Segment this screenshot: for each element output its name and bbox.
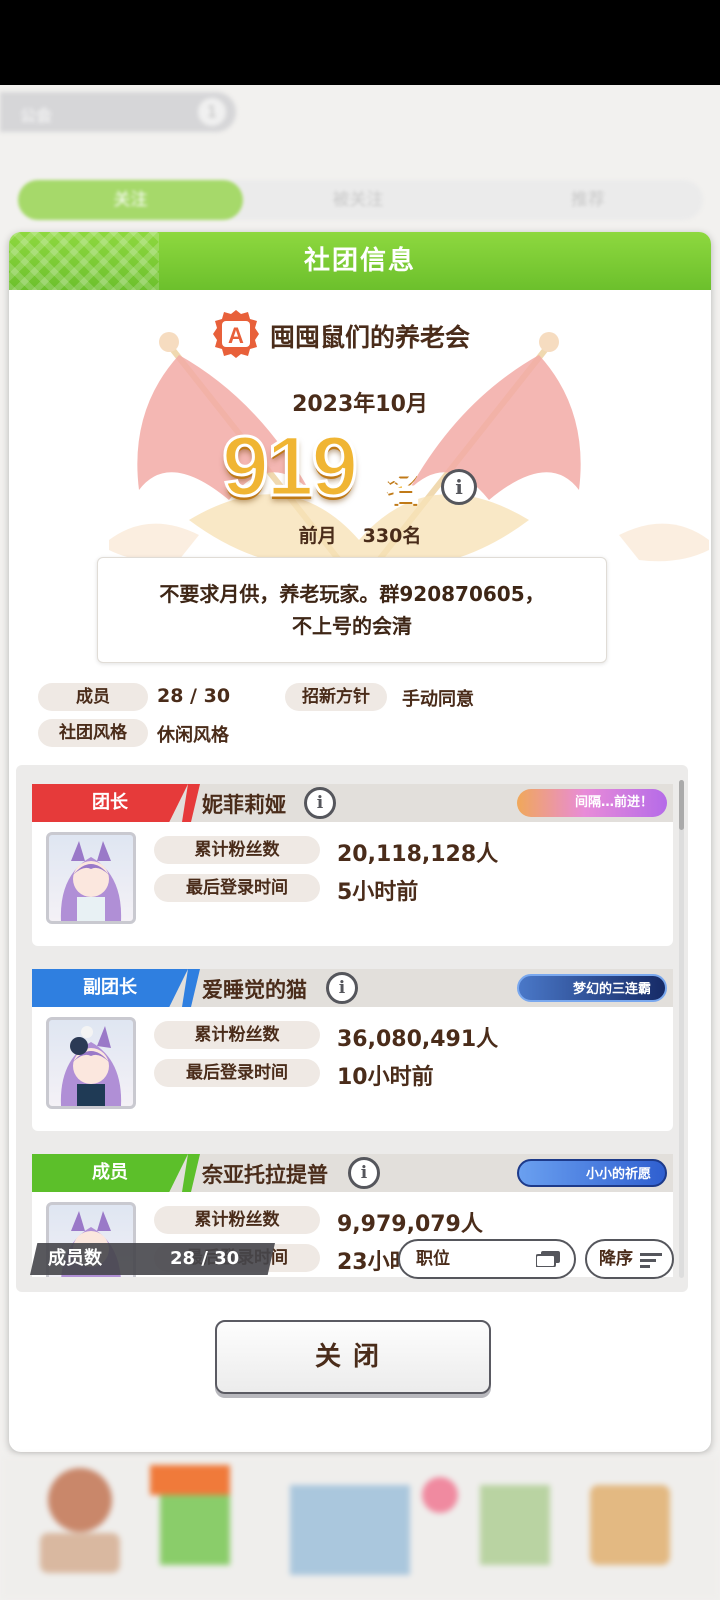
previous-month-value: 330名 [362, 525, 422, 547]
background-tab-recommended: 推荐 [571, 190, 605, 210]
recruit-policy-label: 招新方针 [285, 683, 387, 711]
background-guild-label: 公会 [20, 106, 53, 125]
club-description-line-1: 不要求月供，养老玩家。群920870605， [159, 582, 545, 606]
club-rank-number: 919 [220, 418, 359, 515]
dialog-title: 社团信息 [303, 246, 416, 276]
rank-letter: A [228, 323, 244, 348]
club-description-line-2: 不上号的会清 [292, 614, 412, 638]
member-count-label: 成员数 [48, 1248, 102, 1269]
sort-field-button[interactable]: 职位 [398, 1239, 576, 1279]
background-bottom-nav [0, 1455, 720, 1600]
background-guild-count: 1 [198, 98, 226, 126]
sort-field-label: 职位 [416, 1249, 450, 1269]
sort-lines-icon [640, 1253, 662, 1268]
previous-month-rank: 前月 330名 [9, 521, 711, 548]
sort-order-button[interactable]: 降序 [585, 1239, 674, 1279]
fans-value: 9,979,079人 [337, 1212, 483, 1237]
rank-a-badge-icon: A [213, 310, 259, 358]
member-count-value: 28 / 30 [170, 1248, 240, 1269]
rank-info-button[interactable]: i [441, 469, 477, 505]
members-label: 成员 [38, 683, 148, 711]
member-name: 奈亚托拉提普 [202, 1163, 328, 1187]
club-name: 囤囤鼠们的养老会 [270, 323, 471, 352]
dropdown-cards-icon [536, 1251, 560, 1267]
ranking-month: 2023年10月 [292, 392, 428, 417]
recruit-policy-value: 手动同意 [402, 689, 474, 710]
member-role-badge: 成员 [32, 1154, 188, 1192]
member-info-button[interactable]: i [348, 1157, 380, 1189]
club-rank-unit: 名 [385, 466, 423, 509]
background-tab-followers: 被关注 [332, 190, 384, 210]
background-guild-pill: 公会 1 [0, 92, 236, 132]
member-list-viewport: 成员 奈亚托拉提普 i 小小的祈愿 累计粉丝数 9,979,079人 最后登录时… [16, 765, 688, 1277]
club-style-value: 休闲风格 [157, 725, 229, 746]
system-status-bar [0, 0, 720, 85]
member-title-badge: 小小的祈愿 [517, 1159, 667, 1187]
club-style-label: 社团风格 [38, 719, 148, 747]
sort-order-label: 降序 [599, 1249, 633, 1269]
previous-month-label: 前月 [298, 525, 337, 547]
fans-label: 累计粉丝数 [154, 1206, 320, 1234]
club-description: 不要求月供，养老玩家。群920870605， 不上号的会清 [97, 557, 607, 663]
close-button[interactable]: 关闭 [215, 1320, 491, 1394]
member-count-bar: 成员数 28 / 30 [30, 1243, 275, 1275]
background-tab-following: 关注 [18, 180, 243, 220]
background-tabs: 关注 被关注 推荐 [18, 180, 703, 220]
members-value: 28 / 30 [157, 685, 231, 707]
